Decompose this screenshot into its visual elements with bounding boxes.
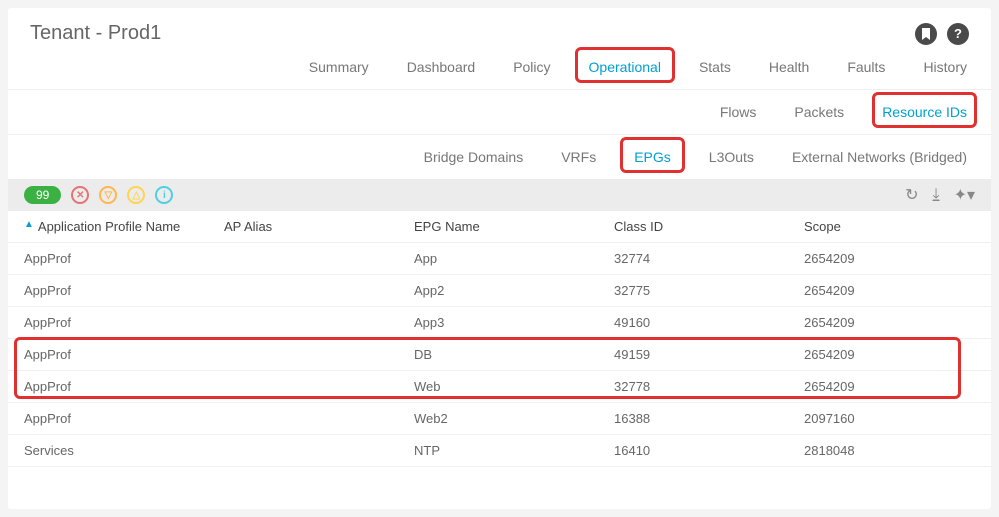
minor-faults-icon[interactable]: △ (127, 186, 145, 204)
tab-health[interactable]: Health (767, 55, 811, 79)
download-icon[interactable]: ⤓ (932, 186, 939, 204)
table-row[interactable]: AppProf Web327782654209 (8, 371, 991, 403)
health-score-pill[interactable]: 99 (24, 186, 61, 204)
cell-alias (224, 379, 414, 394)
primary-tabs: Summary Dashboard Policy Operational Stats He… (8, 55, 991, 90)
cell-scope: 2654209 (804, 283, 975, 298)
bookmark-icon[interactable] (915, 23, 937, 45)
col-scope[interactable]: Scope (804, 219, 975, 234)
cell-cid: 32778 (614, 379, 804, 394)
table-row[interactable]: Services NTP164102818048 (8, 435, 991, 467)
cell-cid: 16410 (614, 443, 804, 458)
page-title: Tenant - Prod1 (30, 22, 161, 45)
cell-cid: 32775 (614, 283, 804, 298)
col-app-profile-name[interactable]: ▲ Application Profile Name (24, 219, 224, 234)
cell-alias (224, 443, 414, 458)
subtab-packets[interactable]: Packets (792, 100, 846, 124)
cell-epg: App (414, 251, 614, 266)
sort-ascending-icon: ▲ (24, 219, 34, 230)
cell-cid: 16388 (614, 411, 804, 426)
cell-scope: 2654209 (804, 251, 975, 266)
tools-icon[interactable]: ✦▾ (954, 185, 975, 205)
header: Tenant - Prod1 ? (8, 18, 991, 55)
toolbar: 99 ✕ ▽ △ i ↻ ⤓ ✦▾ (8, 179, 991, 211)
tab-history[interactable]: History (921, 55, 969, 79)
cell-epg: DB (414, 347, 614, 362)
major-faults-icon[interactable]: ▽ (99, 186, 117, 204)
refresh-icon[interactable]: ↻ (905, 185, 918, 205)
critical-faults-icon[interactable]: ✕ (71, 186, 89, 204)
highlight-annotation (872, 92, 977, 128)
col-epg-name[interactable]: EPG Name (414, 219, 614, 234)
cell-ap: AppProf (24, 347, 224, 362)
table-row[interactable]: AppProf DB491592654209 (8, 339, 991, 371)
col-ap-alias[interactable]: AP Alias (224, 219, 414, 234)
table-header: ▲ Application Profile Name AP Alias EPG … (8, 211, 991, 243)
tab-summary[interactable]: Summary (307, 55, 371, 79)
cell-scope: 2654209 (804, 315, 975, 330)
help-icon[interactable]: ? (947, 23, 969, 45)
cell-alias (224, 315, 414, 330)
cell-alias (224, 251, 414, 266)
cell-cid: 32774 (614, 251, 804, 266)
tab-policy[interactable]: Policy (511, 55, 552, 79)
ttab-vrfs[interactable]: VRFs (559, 145, 598, 169)
tenant-panel: Tenant - Prod1 ? Summary Dashboard Policy O… (8, 8, 991, 509)
cell-alias (224, 347, 414, 362)
highlight-annotation (620, 137, 685, 173)
table-row[interactable]: AppProf App2327752654209 (8, 275, 991, 307)
secondary-tabs: Flows Packets Resource IDs (8, 90, 991, 135)
cell-ap: AppProf (24, 315, 224, 330)
cell-ap: AppProf (24, 251, 224, 266)
table-body: AppProfApp327742654209AppProfApp23277526… (8, 243, 991, 467)
cell-scope: 2654209 (804, 379, 975, 394)
cell-ap: AppProf (24, 411, 224, 426)
cell-scope: 2818048 (804, 443, 975, 458)
ttab-external-networks-bridged-[interactable]: External Networks (Bridged) (790, 145, 969, 169)
subtab-flows[interactable]: Flows (718, 100, 759, 124)
tab-stats[interactable]: Stats (697, 55, 733, 79)
table-row[interactable]: AppProf App3491602654209 (8, 307, 991, 339)
tab-faults[interactable]: Faults (845, 55, 887, 79)
cell-epg: Web2 (414, 411, 614, 426)
table-row[interactable]: AppProf Web2163882097160 (8, 403, 991, 435)
cell-ap: AppProf (24, 283, 224, 298)
tab-dashboard[interactable]: Dashboard (405, 55, 478, 79)
table-row[interactable]: AppProf App327742654209 (8, 243, 991, 275)
cell-alias (224, 411, 414, 426)
cell-ap: Services (24, 443, 224, 458)
ttab-l3outs[interactable]: L3Outs (707, 145, 756, 169)
subtab-resource-ids[interactable]: Resource IDs (880, 100, 969, 124)
ttab-epgs[interactable]: EPGs (632, 145, 673, 169)
cell-epg: App2 (414, 283, 614, 298)
cell-cid: 49159 (614, 347, 804, 362)
header-actions: ? (915, 23, 969, 45)
cell-epg: App3 (414, 315, 614, 330)
tertiary-tabs: Bridge Domains VRFs EPGs L3Outs External Net… (8, 135, 991, 179)
cell-cid: 49160 (614, 315, 804, 330)
ttab-bridge-domains[interactable]: Bridge Domains (422, 145, 526, 169)
cell-scope: 2097160 (804, 411, 975, 426)
cell-alias (224, 283, 414, 298)
cell-epg: NTP (414, 443, 614, 458)
tab-operational[interactable]: Operational (587, 55, 663, 79)
info-faults-icon[interactable]: i (155, 186, 173, 204)
cell-epg: Web (414, 379, 614, 394)
cell-scope: 2654209 (804, 347, 975, 362)
col-class-id[interactable]: Class ID (614, 219, 804, 234)
cell-ap: AppProf (24, 379, 224, 394)
